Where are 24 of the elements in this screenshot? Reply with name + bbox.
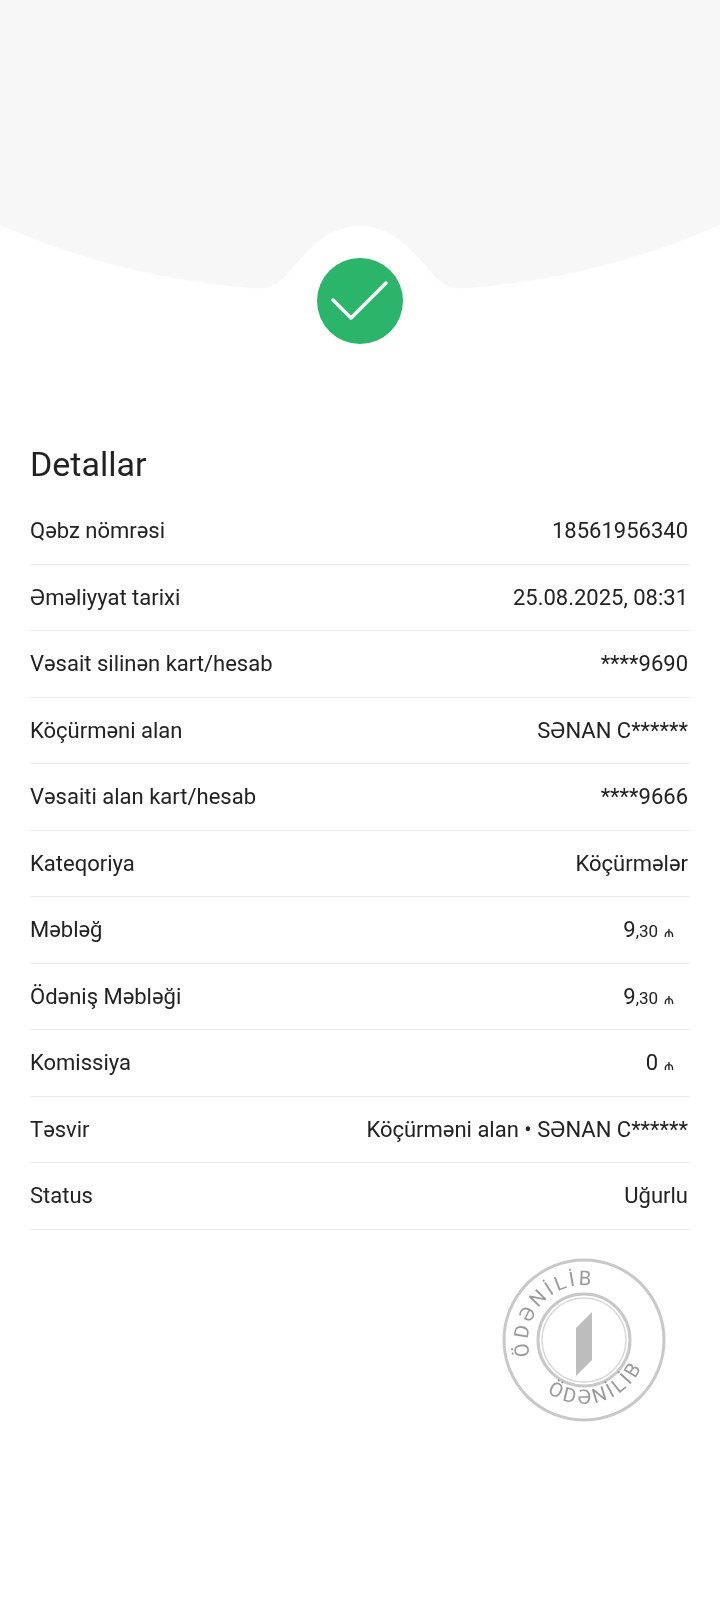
detail-label: Köçürməni alan bbox=[30, 716, 183, 745]
detail-value: ****9666 bbox=[600, 783, 689, 812]
detail-label: Məbləğ bbox=[30, 916, 103, 945]
detail-value: ****9690 bbox=[600, 650, 689, 679]
detail-label: Vəsaiti alan kart/hesab bbox=[30, 783, 256, 812]
detail-label: Qəbz nömrəsi bbox=[30, 517, 166, 546]
detail-value: Uğurlu bbox=[624, 1182, 689, 1211]
detail-label: Status bbox=[30, 1182, 93, 1211]
detail-value: Köçürməni alan • SƏNAN C****** bbox=[366, 1115, 689, 1144]
detail-label: Ödəniş Məbləği bbox=[30, 982, 182, 1011]
section-title: Detallar bbox=[30, 443, 148, 486]
detail-value: 9,30 ₼ bbox=[623, 916, 675, 945]
detail-value: SƏNAN C****** bbox=[537, 716, 689, 745]
detail-value: 0 ₼ bbox=[645, 1049, 675, 1078]
detail-label: Vəsait silinən kart/hesab bbox=[30, 650, 273, 679]
detail-value: 9,30 ₼ bbox=[623, 982, 675, 1011]
success-check-icon bbox=[317, 258, 403, 344]
detail-label: Təsvir bbox=[30, 1115, 90, 1144]
detail-value: 25.08.2025, 08:31 bbox=[512, 583, 689, 612]
detail-label: Əməliyyat tarixi bbox=[30, 583, 181, 612]
detail-label: Kateqoriya bbox=[30, 849, 135, 878]
detail-label: Komissiya bbox=[30, 1049, 131, 1078]
detail-value: Köçürmələr bbox=[575, 849, 689, 878]
detail-value: 18561956340 bbox=[552, 517, 689, 546]
